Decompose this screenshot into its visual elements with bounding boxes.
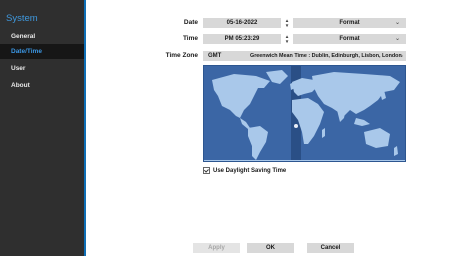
sidebar-item-date-time[interactable]: Date/Time (0, 44, 84, 59)
daylight-saving-label: Use Daylight Saving Time (213, 168, 287, 175)
spin-down-icon[interactable]: ▼ (283, 39, 291, 44)
sidebar-item-general[interactable]: General (0, 29, 84, 44)
timezone-code: GMT (208, 53, 222, 59)
date-format-label: Format (339, 20, 360, 26)
chevron-down-icon: ⌄ (394, 20, 400, 26)
chevron-down-icon: ⌄ (394, 36, 400, 42)
sidebar: System General Date/Time User About (0, 0, 86, 256)
timezone-name: Greenwich Mean Time : Dublin, Edinburgh,… (250, 53, 402, 59)
time-field[interactable]: PM 05:23:29 (203, 34, 281, 44)
chevron-down-icon: ⌄ (398, 53, 404, 59)
checkbox-icon[interactable] (203, 167, 210, 174)
world-map-graphic (204, 66, 405, 161)
sidebar-item-user[interactable]: User (0, 61, 84, 76)
timezone-select[interactable]: GMT Greenwich Mean Time : Dublin, Edinbu… (203, 51, 406, 61)
date-field[interactable]: 05-16-2022 (203, 18, 281, 28)
location-marker (294, 124, 298, 128)
date-label: Date (183, 19, 198, 26)
date-format-select[interactable]: Format ⌄ (293, 18, 406, 28)
daylight-saving-checkbox[interactable]: Use Daylight Saving Time (203, 167, 286, 174)
time-spinner[interactable]: ▲ ▼ (283, 34, 291, 44)
timezone-world-map[interactable] (203, 65, 406, 162)
spin-down-icon[interactable]: ▼ (283, 23, 291, 28)
continents (204, 70, 405, 161)
ok-button[interactable]: OK (247, 243, 294, 253)
time-format-label: Format (339, 36, 360, 42)
sidebar-title: System (6, 13, 38, 24)
sidebar-item-about[interactable]: About (0, 78, 84, 93)
time-format-select[interactable]: Format ⌄ (293, 34, 406, 44)
cancel-button[interactable]: Cancel (307, 243, 354, 253)
time-label: Time (182, 35, 198, 42)
date-spinner[interactable]: ▲ ▼ (283, 18, 291, 28)
apply-button[interactable]: Apply (193, 243, 240, 253)
timezone-label: Time Zone (165, 52, 198, 59)
